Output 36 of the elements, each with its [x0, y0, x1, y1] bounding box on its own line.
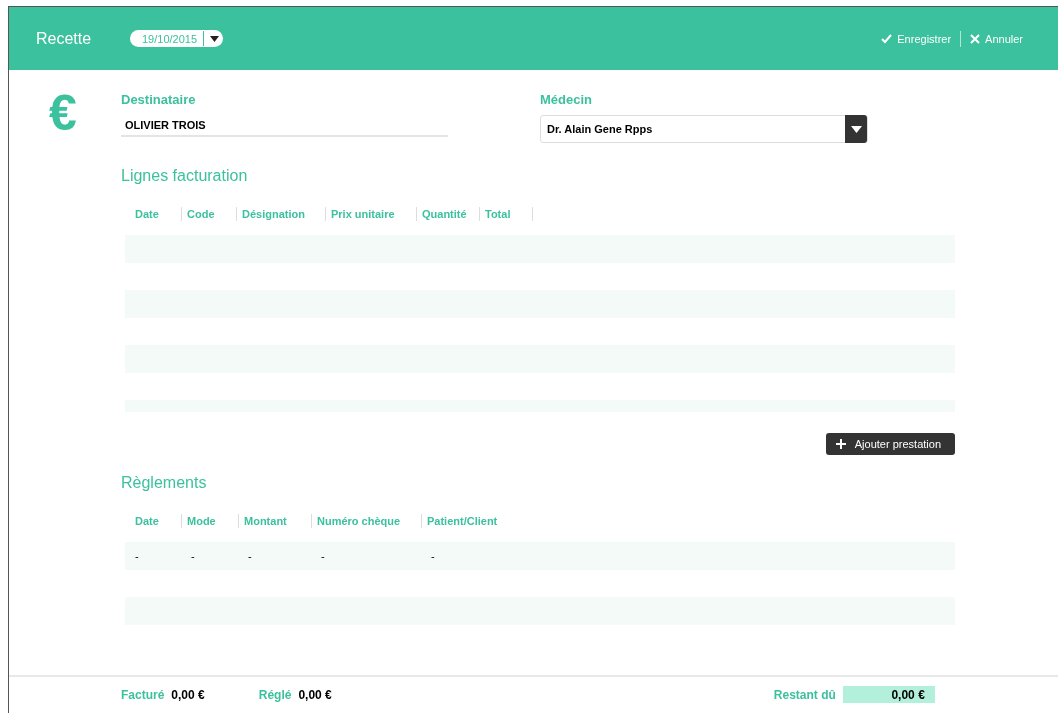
column-header: Montant: [244, 515, 287, 527]
table-cell-text: -: [320, 549, 326, 562]
section-title: Règlements: [121, 474, 208, 492]
check-icon: [881, 33, 893, 44]
field-label: Médecin: [540, 92, 593, 107]
column-header: Date: [135, 208, 159, 220]
section-title: Lignes facturation: [121, 167, 249, 185]
column-header: Prix unitaire: [331, 208, 395, 220]
column-header: Désignation: [242, 208, 305, 220]
doctor-select[interactable]: Dr. Alain Gene Rpps: [540, 115, 868, 143]
total-label: Réglé: [258, 687, 292, 702]
total-value: 0,00 €: [298, 687, 332, 702]
column-header: Total: [485, 208, 511, 220]
total-label: Facturé: [121, 687, 165, 702]
euro-symbol: €: [49, 84, 78, 143]
table-cell-text: -: [430, 549, 436, 562]
remaining-value: 0,00 €: [842, 686, 935, 703]
recipient-field[interactable]: OLIVIER TROIS: [121, 115, 448, 137]
column-header: Numéro chèque: [317, 515, 401, 527]
column-header: Patient/Client: [427, 515, 498, 527]
caret-icon: [210, 35, 220, 42]
total-label: Restant dû: [773, 687, 836, 702]
table-cell-text: -: [134, 549, 140, 562]
table-cell-text: -: [247, 549, 253, 562]
total-value: 0,00 €: [171, 687, 205, 702]
column-header: Date: [135, 515, 159, 527]
close-icon: [970, 33, 981, 44]
column-header: Quantité: [422, 208, 467, 220]
column-header: Mode: [187, 515, 216, 527]
add-service-button[interactable]: Ajouter prestation: [825, 433, 955, 455]
page-title: Recette: [36, 29, 93, 48]
table-cell-text: -: [190, 549, 196, 562]
column-header: Code: [187, 208, 215, 220]
plus-icon: [835, 439, 846, 449]
field-label: Destinataire: [121, 92, 197, 107]
caret-icon: [850, 125, 862, 133]
